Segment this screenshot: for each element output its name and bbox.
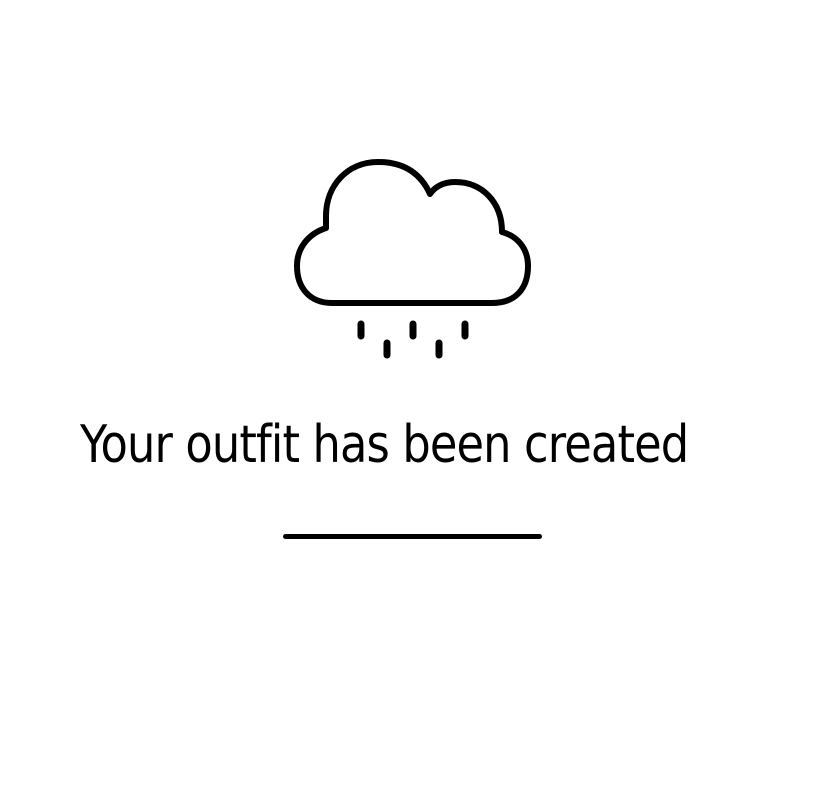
confirmation-screen: Your outfit has been created	[0, 0, 824, 788]
rain-drops	[357, 320, 469, 359]
cloud-rain-icon	[294, 159, 531, 359]
confirmation-message: Your outfit has been created	[80, 415, 689, 475]
divider-line	[283, 534, 542, 539]
cloud-outline	[294, 159, 531, 306]
